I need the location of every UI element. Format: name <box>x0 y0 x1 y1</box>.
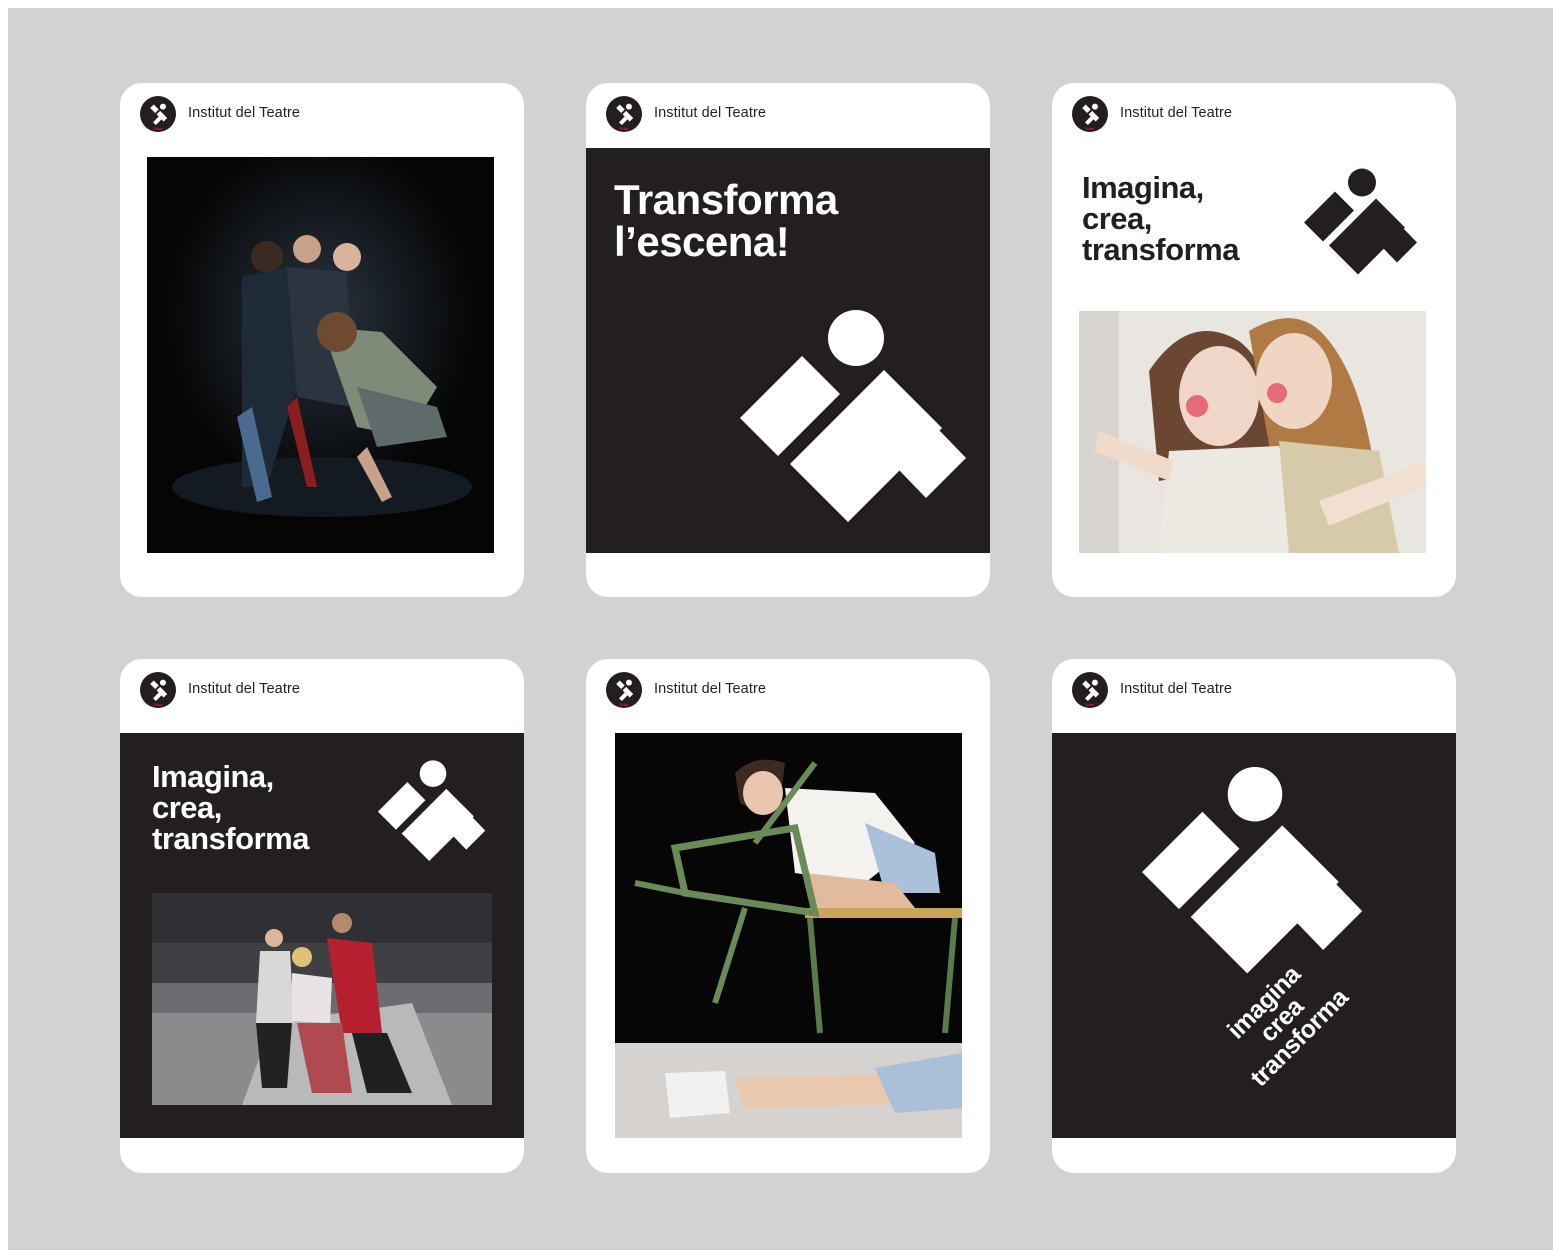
post-card-6[interactable]: Diba Institut del Teatre imagina crea tr… <box>1052 659 1456 1173</box>
headline: Transforma l’escena! <box>614 179 838 263</box>
it-logo-icon[interactable]: Diba <box>1072 96 1108 132</box>
avatar-sublabel: Diba <box>619 702 629 707</box>
headline-line-1: Transforma <box>614 176 838 223</box>
headline-line-3: transforma <box>1082 232 1239 267</box>
post-header: Diba Institut del Teatre <box>1052 83 1456 147</box>
account-name[interactable]: Institut del Teatre <box>654 105 766 121</box>
it-logo-icon[interactable]: Diba <box>140 672 176 708</box>
headline: Imagina, crea, transforma <box>152 761 309 854</box>
it-logo-icon[interactable]: Diba <box>140 96 176 132</box>
post-header: Diba Institut del Teatre <box>586 659 990 723</box>
post-card-5[interactable]: Diba Institut del Teatre <box>586 659 990 1173</box>
account-name[interactable]: Institut del Teatre <box>1120 105 1232 121</box>
it-logo-icon[interactable]: Diba <box>606 672 642 708</box>
account-name[interactable]: Institut del Teatre <box>1120 681 1232 697</box>
avatar-sublabel: Diba <box>1085 126 1095 131</box>
post-graphic-panel[interactable]: Transforma l’escena! <box>586 148 990 553</box>
post-card-4[interactable]: Diba Institut del Teatre Imagina, crea, … <box>120 659 524 1173</box>
it-logo-icon <box>1302 167 1422 283</box>
post-card-2[interactable]: Diba Institut del Teatre Transforma l’es… <box>586 83 990 597</box>
headline-line-2: l’escena! <box>614 218 790 265</box>
account-name[interactable]: Institut del Teatre <box>188 105 300 121</box>
post-header: Diba Institut del Teatre <box>120 659 524 723</box>
post-header: Diba Institut del Teatre <box>120 83 524 147</box>
photo-dancers-outdoor-plaza[interactable] <box>152 893 492 1105</box>
photo-dancers-embracing-dark-stage[interactable] <box>147 157 494 553</box>
headline-line-3: transforma <box>152 821 309 856</box>
photo-two-actresses-face-paint[interactable] <box>1079 311 1426 553</box>
account-name[interactable]: Institut del Teatre <box>188 681 300 697</box>
headline-line-1: Imagina, <box>1082 170 1204 205</box>
account-name[interactable]: Institut del Teatre <box>654 681 766 697</box>
post-card-1[interactable]: Diba Institut del Teatre <box>120 83 524 597</box>
headline-line-1: Imagina, <box>152 759 274 794</box>
post-card-3[interactable]: Diba Institut del Teatre Imagina, crea, … <box>1052 83 1456 597</box>
it-logo-icon[interactable]: Diba <box>1072 672 1108 708</box>
avatar-sublabel: Diba <box>153 702 163 707</box>
headline: Imagina, crea, transforma <box>1082 172 1239 265</box>
it-logo-icon <box>736 308 976 538</box>
gallery-canvas: Diba Institut del Teatre Diba Institut d… <box>8 8 1553 1250</box>
post-header: Diba Institut del Teatre <box>1052 659 1456 723</box>
post-graphic-panel[interactable]: Imagina, crea, transforma <box>120 733 524 1138</box>
post-header: Diba Institut del Teatre <box>586 83 990 147</box>
photo-performer-on-green-chair[interactable] <box>615 733 962 1138</box>
avatar-sublabel: Diba <box>1085 702 1095 707</box>
headline-line-2: crea, <box>1082 201 1152 236</box>
it-logo-icon[interactable]: Diba <box>606 96 642 132</box>
it-logo-icon <box>376 759 490 869</box>
avatar-sublabel: Diba <box>619 126 629 131</box>
headline-line-2: crea, <box>152 790 222 825</box>
post-graphic-panel[interactable]: imagina crea transforma <box>1052 733 1456 1138</box>
avatar-sublabel: Diba <box>153 126 163 131</box>
